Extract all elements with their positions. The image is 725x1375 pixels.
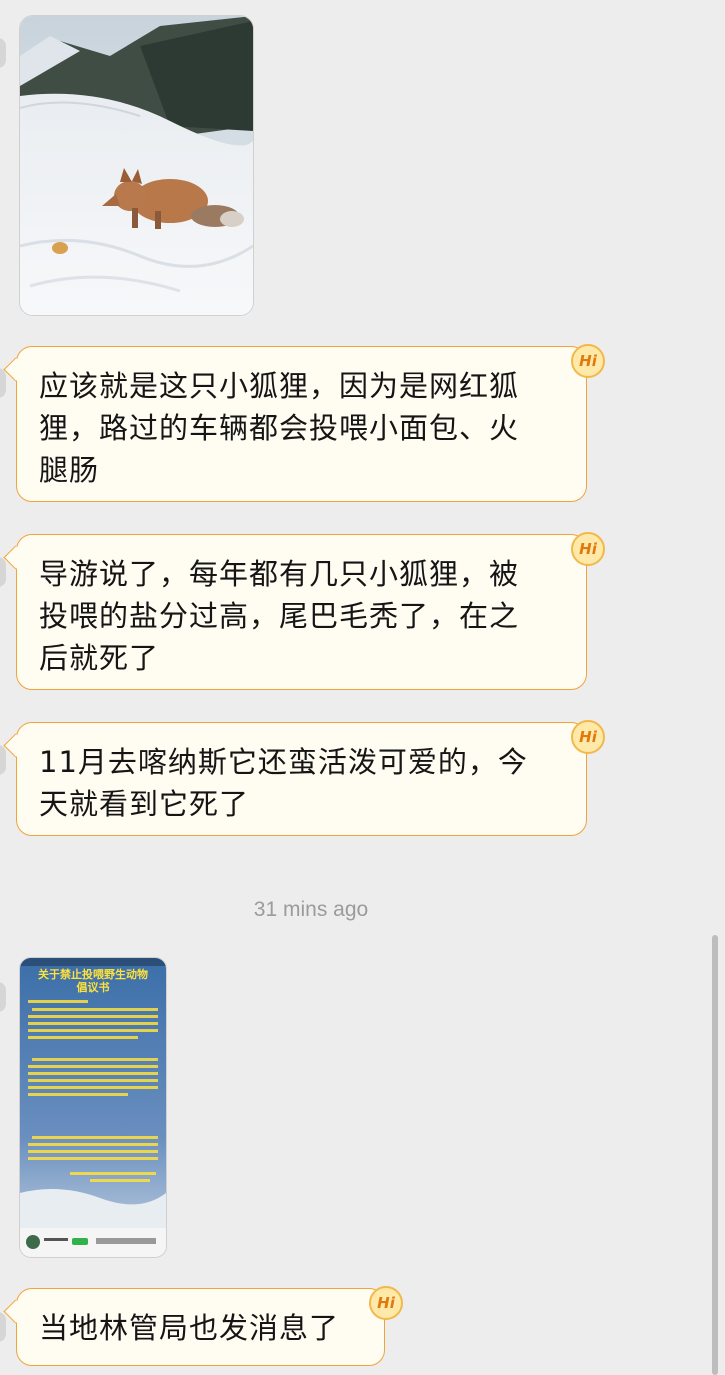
fox-in-snow-image [20,16,253,315]
message-text-line: 腿肠 [39,453,100,487]
notice-title-line1: 关于禁止投喂野生动物 [38,967,148,981]
message-text-line: 投喂的盐分过高，尾巴毛秃了，在之 [39,599,520,633]
avatar[interactable] [0,745,6,775]
message-text-line: 11月去喀纳斯它还蛮活泼可爱的，今 [39,745,528,779]
hi-badge-icon[interactable]: Hi [571,720,605,754]
notice-image: 关于禁止投喂野生动物 倡议书 [20,958,166,1257]
message-text-line: 狸，路过的车辆都会投喂小面包、火 [39,411,520,445]
message-text-line: 导游说了，每年都有几只小狐狸，被 [39,557,520,591]
hi-badge-icon[interactable]: Hi [369,1286,403,1320]
message-text-line: 天就看到它死了 [39,787,250,821]
avatar[interactable] [0,557,6,587]
notice-title-line2: 倡议书 [76,980,110,994]
chat-bubble[interactable]: 当地林管局也发消息了 [16,1288,385,1366]
chat-bubble[interactable]: 导游说了，每年都有几只小狐狸，被 投喂的盐分过高，尾巴毛秃了，在之 后就死了 [16,534,587,690]
notice-screenshot[interactable]: 关于禁止投喂野生动物 倡议书 [19,957,167,1258]
chat-bubble[interactable]: 应该就是这只小狐狸，因为是网红狐 狸，路过的车辆都会投喂小面包、火 腿肠 [16,346,587,502]
fox-photo[interactable] [19,15,254,316]
avatar[interactable] [0,368,6,398]
avatar[interactable] [0,38,6,68]
hi-badge-icon[interactable]: Hi [571,344,605,378]
avatar[interactable] [0,1312,6,1342]
message-text-line: 后就死了 [39,641,160,675]
avatar[interactable] [0,982,6,1012]
chat-bubble[interactable]: 11月去喀纳斯它还蛮活泼可爱的，今 天就看到它死了 [16,722,587,836]
hi-badge-icon[interactable]: Hi [571,532,605,566]
scrollbar[interactable] [712,935,718,1375]
message-text-line: 当地林管局也发消息了 [39,1311,340,1345]
message-text-line: 应该就是这只小狐狸，因为是网红狐 [39,369,520,403]
message-timestamp: 31 mins ago [253,898,369,921]
